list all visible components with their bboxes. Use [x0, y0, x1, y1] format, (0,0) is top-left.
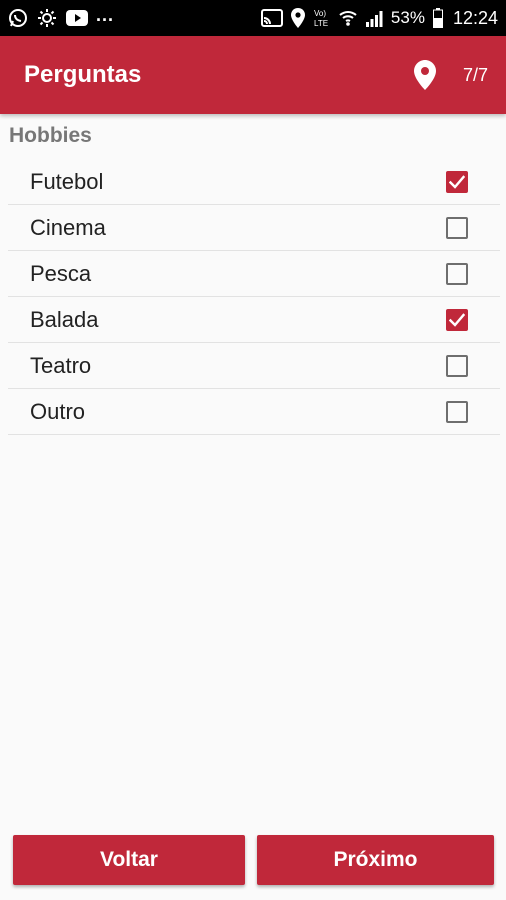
checkmark-icon [449, 312, 465, 327]
page-title: Perguntas [24, 61, 142, 88]
section-title: Hobbies [9, 124, 92, 147]
wifi-icon [339, 9, 357, 27]
option-row[interactable]: Cinema [8, 205, 500, 251]
page-counter: 7/7 [462, 64, 488, 85]
notification-overflow: ... [96, 4, 115, 25]
battery-icon [432, 8, 443, 28]
volte-icon: Vo) LTE [313, 7, 331, 29]
volte-label: Vo) [314, 9, 326, 18]
next-button[interactable]: Próximo [257, 835, 494, 885]
status-bar-left: ... [8, 4, 115, 28]
svg-text:LTE: LTE [314, 19, 328, 28]
checkbox-unchecked[interactable] [446, 354, 468, 377]
option-row[interactable]: Balada [8, 297, 500, 343]
checkbox-unchecked[interactable] [446, 262, 468, 285]
app-bar: Perguntas 7/7 [0, 36, 506, 114]
option-row[interactable]: Pesca [8, 251, 500, 297]
options-list: Futebol Cinema Pesca Balada Teatro Outro [8, 159, 500, 435]
option-label: Outro [30, 398, 86, 424]
status-bar-right: Vo) LTE 53% 12:24 [260, 7, 498, 29]
option-row[interactable]: Outro [8, 389, 500, 435]
whatsapp-icon [8, 8, 28, 28]
checkmark-icon [449, 174, 465, 189]
battery-percentage: 53% [390, 8, 425, 27]
option-row[interactable]: Futebol [8, 159, 500, 205]
option-label: Pesca [30, 260, 92, 286]
checkbox-checked[interactable] [446, 308, 468, 331]
option-label: Balada [30, 306, 99, 332]
youtube-icon [66, 10, 88, 26]
checkbox-unchecked[interactable] [446, 216, 468, 239]
option-label: Futebol [30, 168, 104, 194]
option-label: Teatro [30, 352, 92, 378]
cast-icon [36, 8, 58, 28]
status-time: 12:24 [452, 7, 498, 28]
status-bar: ... Vo) LTE 53% 12:24 [0, 0, 506, 36]
signal-icon [365, 9, 383, 27]
option-row[interactable]: Teatro [8, 343, 500, 389]
back-button[interactable]: Voltar [13, 835, 245, 885]
checkbox-checked[interactable] [446, 170, 468, 193]
location-icon [290, 8, 305, 28]
location-pin-icon [413, 60, 436, 90]
checkbox-unchecked[interactable] [446, 400, 468, 423]
screen-cast-icon [260, 9, 283, 27]
option-label: Cinema [30, 214, 106, 240]
location-button[interactable] [401, 51, 449, 99]
